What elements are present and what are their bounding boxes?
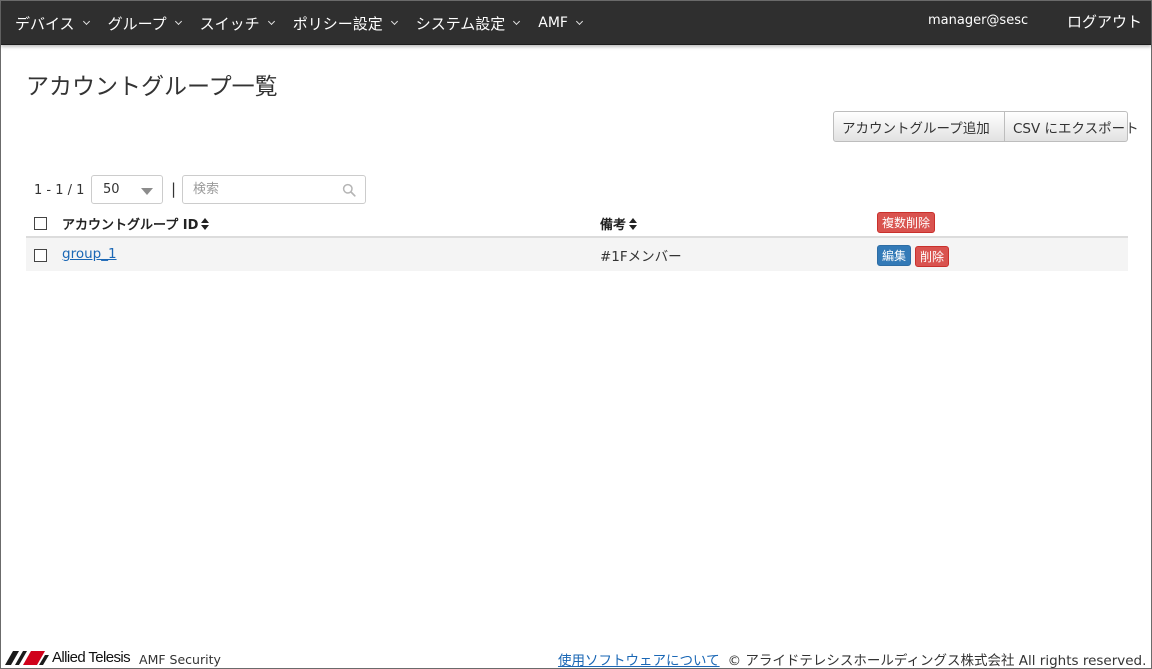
nav-item-devices[interactable]: デバイス bbox=[15, 13, 90, 34]
top-navbar: デバイス グループ スイッチ ポリシー設定 システム設定 AMF manager… bbox=[1, 1, 1151, 45]
nav-item-groups[interactable]: グループ bbox=[107, 13, 182, 34]
pager-separator: | bbox=[171, 180, 177, 198]
page-title: アカウントグループ一覧 bbox=[26, 74, 278, 100]
chevron-down-icon bbox=[513, 17, 521, 26]
account-group-id-link[interactable]: group_1 bbox=[62, 246, 117, 262]
select-all-checkbox[interactable] bbox=[34, 217, 47, 230]
nav-item-label: システム設定 bbox=[415, 14, 506, 33]
per-page-select[interactable]: 50 bbox=[91, 175, 163, 204]
export-csv-button[interactable]: CSV にエクスポート bbox=[1005, 111, 1139, 142]
nav-item-label: ポリシー設定 bbox=[292, 14, 383, 33]
nav-item-switches[interactable]: スイッチ bbox=[199, 13, 275, 34]
pager: 1 - 1 / 1 50 | bbox=[34, 175, 366, 205]
dropdown-arrow-icon bbox=[141, 188, 153, 195]
row-note: #1Fメンバー bbox=[600, 249, 682, 265]
product-name: AMF Security bbox=[139, 652, 221, 667]
row-checkbox[interactable] bbox=[34, 249, 47, 262]
add-account-group-button[interactable]: アカウントグループ追加 bbox=[833, 111, 1005, 142]
brand-name: Allied Telesis bbox=[52, 649, 131, 666]
record-count: 1 - 1 / 1 bbox=[34, 182, 85, 198]
nav-item-label: デバイス bbox=[15, 14, 75, 33]
copyright-text: © アライドテレシスホールディングス株式会社 All rights reserv… bbox=[727, 653, 1147, 669]
bulk-delete-button[interactable]: 複数削除 bbox=[877, 212, 936, 233]
current-user: manager@sesc bbox=[928, 13, 1029, 28]
column-header-id[interactable]: アカウントグループ ID bbox=[62, 214, 210, 233]
sort-icon[interactable] bbox=[201, 217, 210, 230]
nav-item-policy-settings[interactable]: ポリシー設定 bbox=[292, 13, 398, 34]
delete-button[interactable]: 削除 bbox=[915, 246, 950, 267]
table-row: group_1 #1Fメンバー 編集 削除 bbox=[26, 238, 1128, 271]
sort-icon[interactable] bbox=[629, 217, 638, 230]
about-software-link[interactable]: 使用ソフトウェアについて bbox=[558, 649, 720, 669]
footer-brand: Allied Telesis AMF Security bbox=[5, 648, 221, 667]
column-header-note[interactable]: 備考 bbox=[600, 214, 638, 233]
nav-item-label: スイッチ bbox=[199, 14, 260, 33]
nav-menu: デバイス グループ スイッチ ポリシー設定 システム設定 AMF bbox=[15, 1, 601, 45]
chevron-down-icon bbox=[390, 17, 398, 26]
chevron-down-icon bbox=[82, 17, 90, 26]
chevron-down-icon bbox=[575, 17, 584, 26]
column-header-id-label: アカウントグループ ID bbox=[62, 218, 199, 233]
chevron-down-icon bbox=[267, 17, 275, 26]
search-box bbox=[182, 175, 366, 204]
footer-links: 使用ソフトウェアについて © アライドテレシスホールディングス株式会社 All … bbox=[558, 649, 1146, 669]
nav-item-label: AMF bbox=[538, 15, 568, 31]
allied-telesis-logo bbox=[5, 650, 49, 665]
per-page-value: 50 bbox=[103, 182, 120, 197]
action-button-group: アカウントグループ追加 CSV にエクスポート bbox=[833, 111, 1139, 142]
search-input[interactable] bbox=[193, 176, 343, 203]
account-group-table: アカウントグループ ID 備考 複数削除 group_1 #1Fメンバー 編集 … bbox=[26, 207, 1128, 271]
nav-item-label: グループ bbox=[107, 14, 167, 33]
chevron-down-icon bbox=[174, 17, 182, 26]
column-header-note-label: 備考 bbox=[600, 218, 627, 233]
nav-item-amf[interactable]: AMF bbox=[538, 15, 584, 31]
nav-item-system-settings[interactable]: システム設定 bbox=[415, 13, 521, 34]
search-icon[interactable] bbox=[342, 183, 356, 197]
logout-link[interactable]: ログアウト bbox=[1067, 11, 1142, 32]
table-header: アカウントグループ ID 備考 複数削除 bbox=[26, 207, 1128, 238]
edit-button[interactable]: 編集 bbox=[877, 245, 912, 266]
